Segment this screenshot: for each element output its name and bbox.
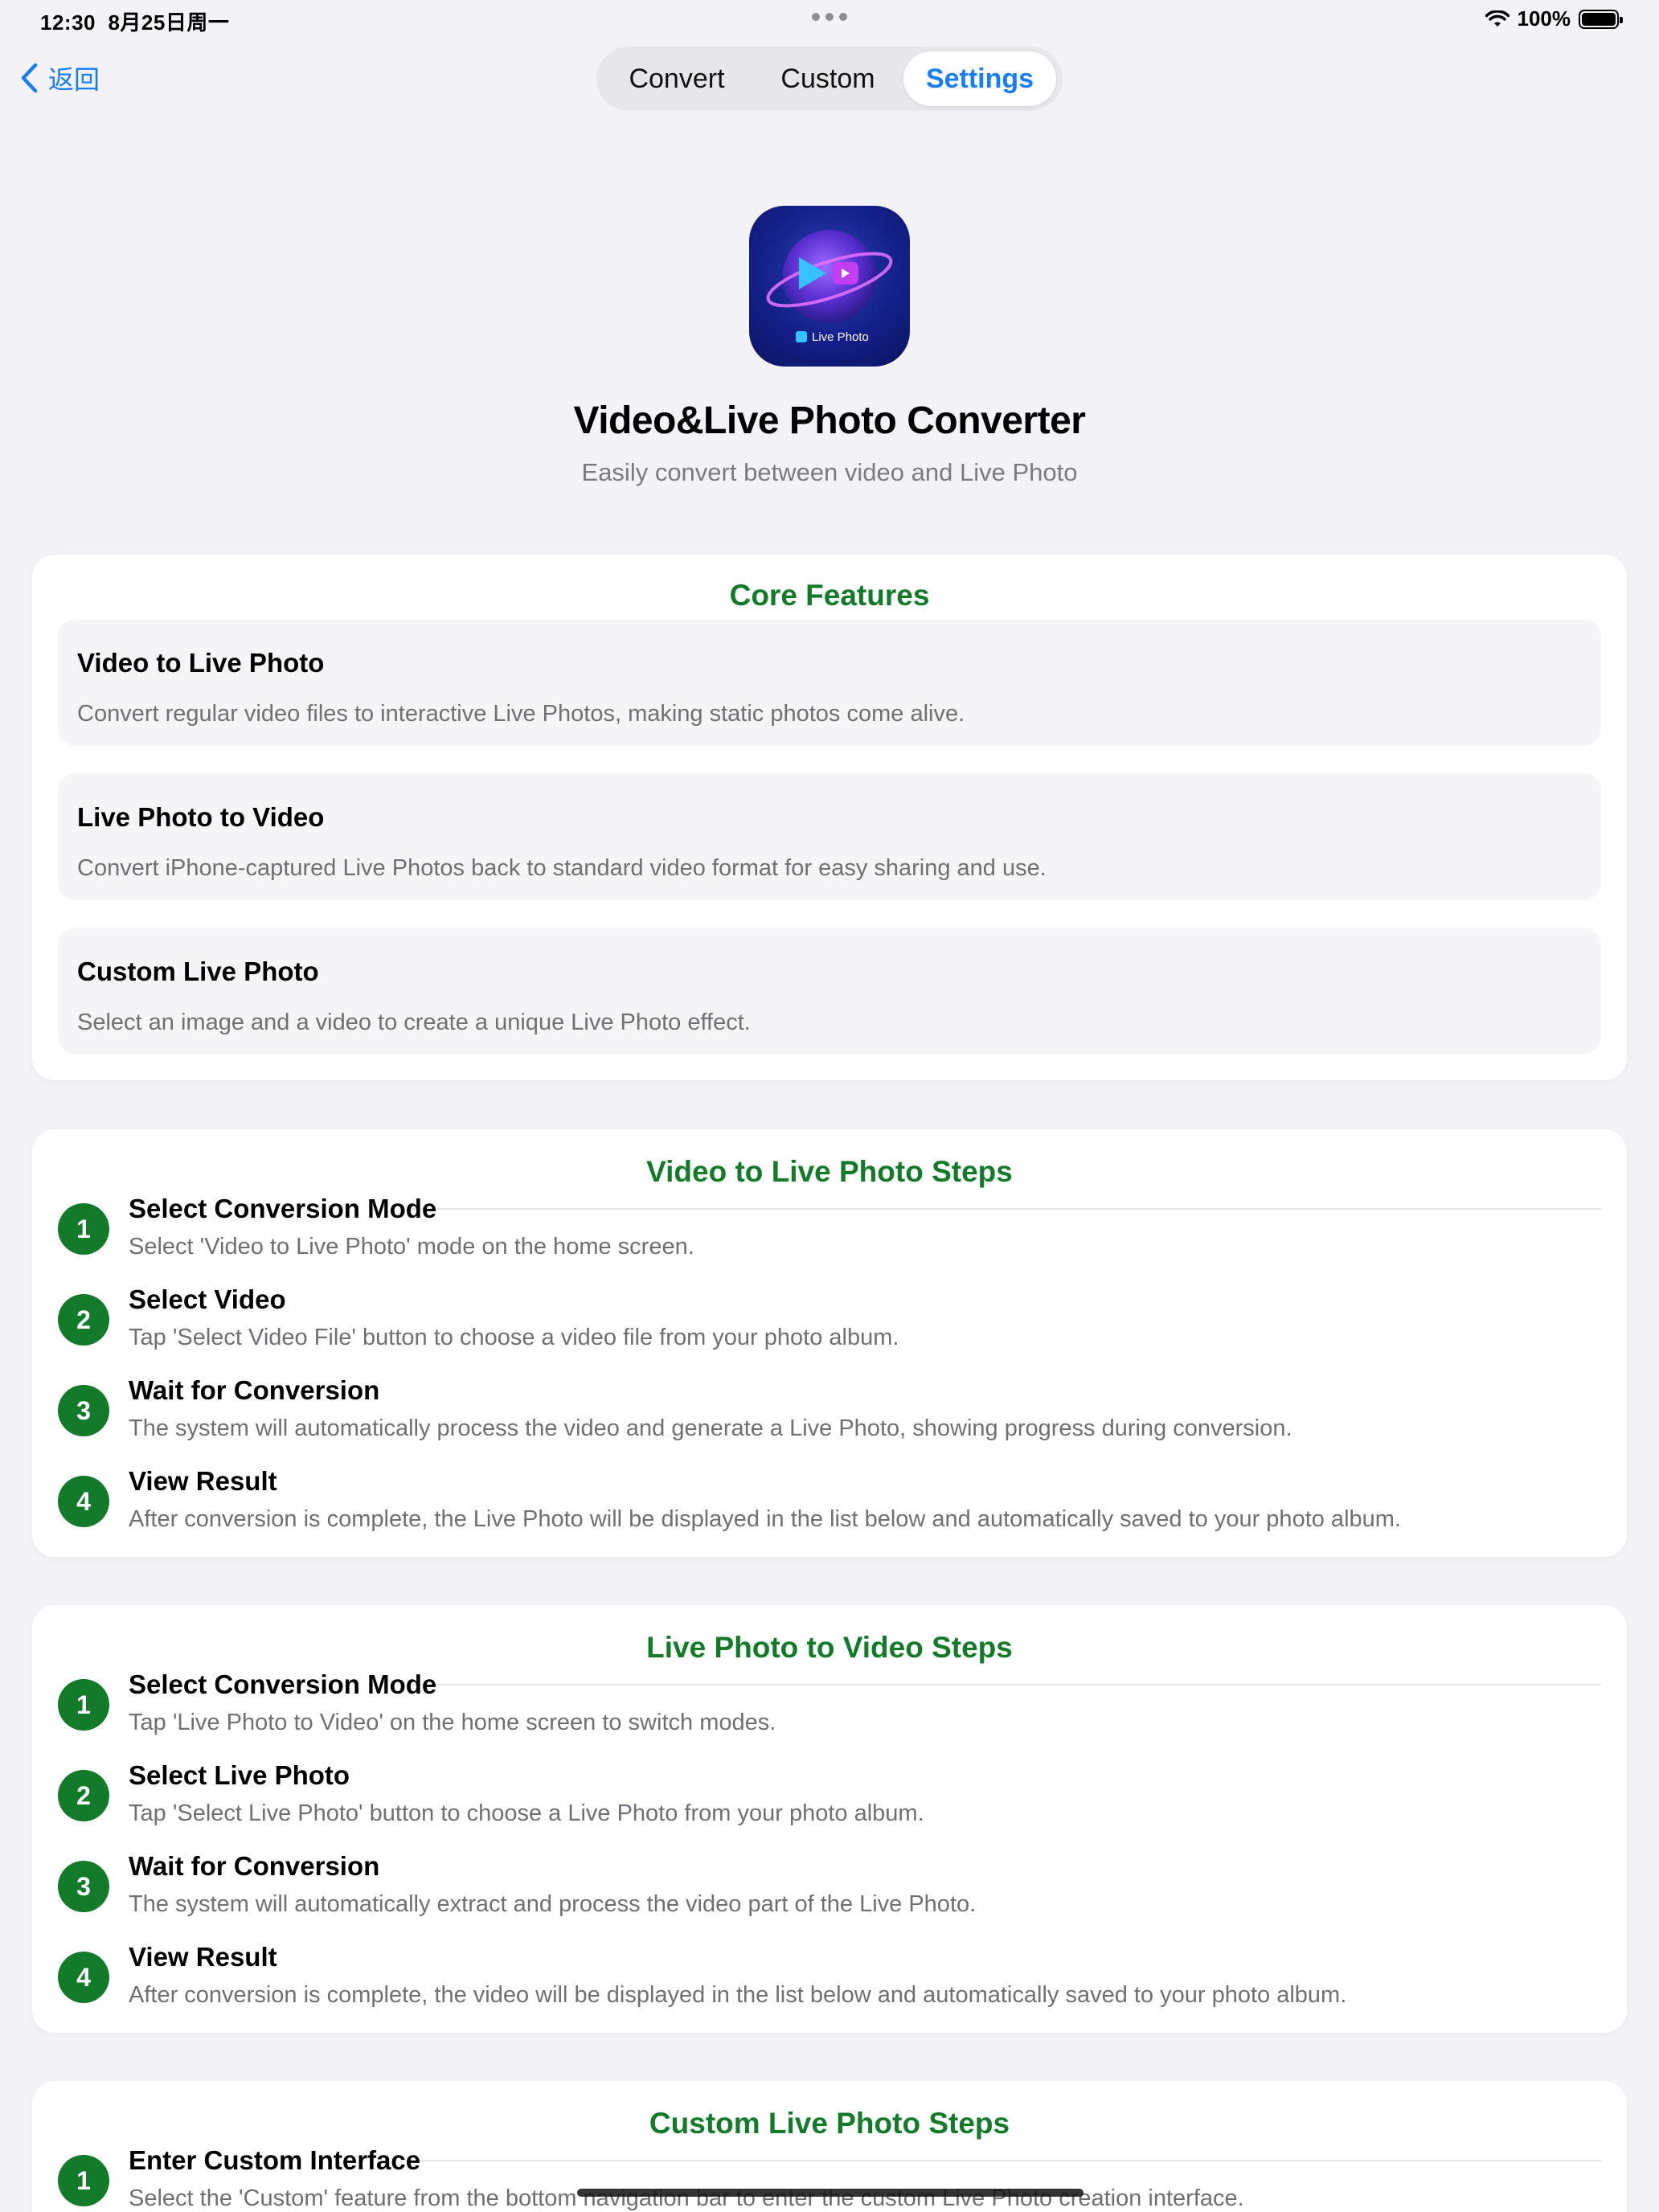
- app-title: Video&Live Photo Converter: [573, 399, 1086, 442]
- step-item: 4 View Result After conversion is comple…: [58, 1466, 1601, 1546]
- step-desc: After conversion is complete, the Live P…: [129, 1506, 1401, 1532]
- step-number-badge: 2: [58, 1770, 109, 1821]
- back-button[interactable]: 返回: [19, 59, 100, 96]
- step-item: 1 Select Conversion Mode Tap 'Live Photo…: [58, 1669, 1601, 1750]
- tab-custom[interactable]: Custom: [752, 51, 903, 106]
- feature-title: Custom Live Photo: [77, 956, 319, 986]
- step-title: View Result: [129, 1942, 277, 1972]
- feature-item: Custom Live Photo Select an image and a …: [58, 928, 1601, 1055]
- section-title: Video to Live Photo Steps: [646, 1155, 1013, 1188]
- battery-icon: [1579, 9, 1623, 29]
- feature-desc: Convert iPhone-captured Live Photos back…: [77, 855, 1047, 881]
- section-title: Live Photo to Video Steps: [646, 1631, 1013, 1664]
- step-item: 3 Wait for Conversion The system will au…: [58, 1375, 1601, 1456]
- status-bar: 12:30 8月25日周一 100%: [0, 0, 1659, 42]
- clock-text: 12:30: [40, 10, 96, 35]
- step-desc: Select 'Video to Live Photo' mode on the…: [129, 1234, 694, 1260]
- date-text: 8月25日周一: [108, 10, 230, 35]
- status-time: 12:30 8月25日周一: [40, 6, 229, 36]
- step-item: 1 Enter Custom Interface Select the 'Cus…: [58, 2145, 1601, 2212]
- feature-title: Live Photo to Video: [77, 802, 325, 832]
- multitasking-dots-icon[interactable]: [812, 13, 847, 24]
- step-title: Select Video: [129, 1284, 286, 1314]
- step-number-badge: 4: [58, 1952, 109, 2003]
- back-label: 返回: [48, 65, 100, 94]
- step-title: Select Live Photo: [129, 1760, 350, 1790]
- step-title: View Result: [129, 1466, 277, 1496]
- step-title: Select Conversion Mode: [129, 1669, 437, 1699]
- step-desc: Tap 'Live Photo to Video' on the home sc…: [129, 1710, 776, 1735]
- app-icon: Live Photo: [749, 206, 910, 367]
- feature-item: Video to Live Photo Convert regular vide…: [58, 619, 1601, 746]
- step-title: Select Conversion Mode: [129, 1194, 437, 1223]
- home-indicator[interactable]: [577, 2189, 1083, 2197]
- step-desc: The system will automatically extract an…: [129, 1891, 977, 1917]
- step-title: Wait for Conversion: [129, 1851, 380, 1881]
- feature-desc: Convert regular video files to interacti…: [77, 701, 965, 727]
- step-number-badge: 1: [58, 1679, 109, 1731]
- wifi-icon: [1485, 10, 1509, 27]
- icon-label: Live Photo: [812, 330, 869, 344]
- step-item: 4 View Result After conversion is comple…: [58, 1942, 1601, 2022]
- status-indicators: 100%: [1485, 6, 1623, 31]
- feature-desc: Select an image and a video to create a …: [77, 1010, 751, 1035]
- core-features-card: Core Features Video to Live Photo Conver…: [32, 555, 1627, 1080]
- step-number-badge: 4: [58, 1476, 109, 1527]
- step-item: 1 Select Conversion Mode Select 'Video t…: [58, 1194, 1601, 1274]
- video-to-live-steps-card: Video to Live Photo Steps 1 Select Conve…: [32, 1129, 1627, 1557]
- step-desc: Tap 'Select Video File' button to choose…: [129, 1325, 899, 1350]
- step-number-badge: 3: [58, 1385, 109, 1436]
- step-desc: The system will automatically process th…: [129, 1415, 1292, 1441]
- tab-convert[interactable]: Convert: [601, 51, 752, 106]
- feature-item: Live Photo to Video Convert iPhone-captu…: [58, 773, 1601, 900]
- step-item: 2 Select Live Photo Tap 'Select Live Pho…: [58, 1760, 1601, 1841]
- segmented-control: Convert Custom Settings: [596, 47, 1063, 111]
- step-title: Enter Custom Interface: [129, 2145, 421, 2175]
- step-item: 3 Wait for Conversion The system will au…: [58, 1851, 1601, 1931]
- step-number-badge: 3: [58, 1861, 109, 1912]
- section-title: Custom Live Photo Steps: [649, 2107, 1010, 2140]
- app-subtitle: Easily convert between video and Live Ph…: [581, 458, 1078, 486]
- step-desc: Tap 'Select Live Photo' button to choose…: [129, 1800, 924, 1826]
- battery-percent: 100%: [1517, 6, 1571, 31]
- section-title: Core Features: [729, 579, 930, 612]
- step-title: Wait for Conversion: [129, 1375, 380, 1405]
- chevron-left-icon: [21, 63, 38, 93]
- step-desc: After conversion is complete, the video …: [129, 1982, 1347, 2008]
- step-number-badge: 2: [58, 1294, 109, 1346]
- tab-settings[interactable]: Settings: [903, 51, 1056, 106]
- step-item: 2 Select Video Tap 'Select Video File' b…: [58, 1284, 1601, 1365]
- live-to-video-steps-card: Live Photo to Video Steps 1 Select Conve…: [32, 1605, 1627, 2033]
- step-number-badge: 1: [58, 2155, 109, 2206]
- feature-title: Video to Live Photo: [77, 648, 325, 678]
- step-number-badge: 1: [58, 1203, 109, 1255]
